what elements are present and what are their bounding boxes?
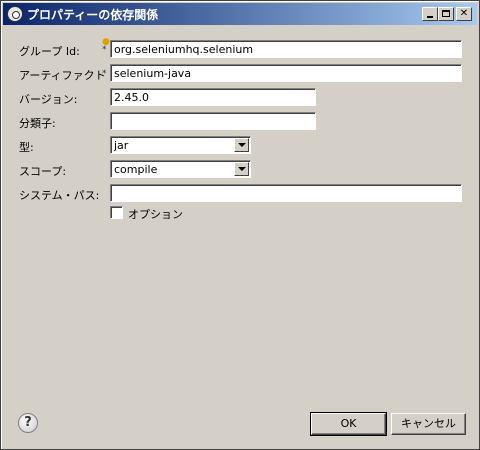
type-select-value: jar (114, 139, 129, 152)
minimize-button[interactable] (422, 7, 438, 21)
system-path-input[interactable] (110, 184, 462, 202)
settings-gear-icon (7, 6, 23, 22)
scope-label: スコープ: (19, 165, 67, 178)
ok-button[interactable]: OK (310, 412, 387, 436)
cancel-button[interactable]: キャンセル (391, 413, 466, 435)
asterisk-icon: * (102, 69, 107, 79)
chevron-down-icon[interactable] (234, 138, 249, 152)
artifact-id-label: アーティファクト Id: (19, 69, 124, 82)
system-path-label: システム・パス: (19, 189, 100, 202)
type-select[interactable]: jar (110, 136, 251, 154)
group-id-input[interactable]: org.seleniumhq.selenium (110, 40, 462, 58)
version-label: バージョン: (19, 93, 78, 106)
dependency-properties-dialog: プロパティーの依存関係 ✕ グループ Id: ● * org.seleniumh… (0, 0, 480, 450)
scope-select[interactable]: compile (110, 160, 251, 178)
version-input[interactable]: 2.45.0 (110, 88, 316, 106)
optional-label[interactable]: オプション (128, 206, 183, 222)
optional-checkbox[interactable] (110, 206, 123, 219)
group-id-label: グループ Id: (19, 45, 80, 58)
type-label: 型: (19, 141, 34, 154)
asterisk-icon: * (102, 45, 107, 55)
chevron-down-icon[interactable] (234, 162, 249, 176)
scope-select-value: compile (114, 163, 158, 176)
close-button[interactable]: ✕ (456, 7, 472, 21)
artifact-id-input[interactable]: selenium-java (110, 64, 462, 82)
classifier-label: 分類子: (19, 117, 56, 130)
maximize-button[interactable] (438, 7, 454, 21)
window-title: プロパティーの依存関係 (27, 8, 159, 22)
help-icon[interactable]: ? (18, 413, 38, 433)
title-bar[interactable]: プロパティーの依存関係 ✕ (3, 3, 477, 25)
classifier-input[interactable] (110, 112, 316, 130)
